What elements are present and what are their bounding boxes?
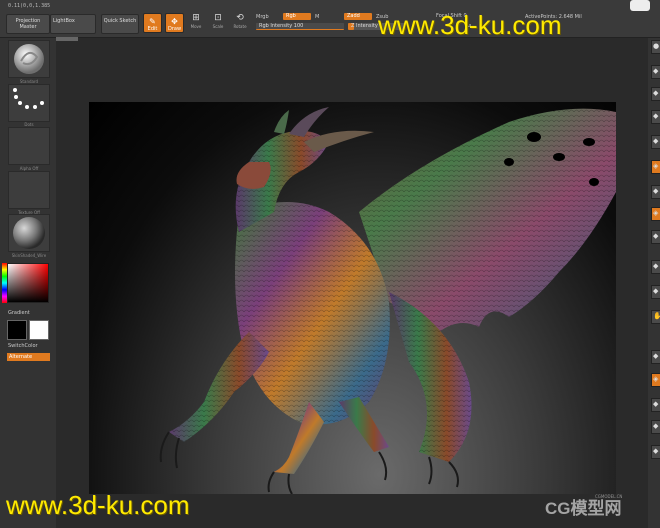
- main-color-swatch[interactable]: [7, 320, 27, 340]
- brush-icon: ◆: [653, 400, 659, 408]
- window-corner-button[interactable]: [630, 0, 650, 11]
- document-canvas[interactable]: [89, 102, 616, 494]
- zadd-toggle[interactable]: Zadd: [344, 13, 372, 20]
- brush-icon: ◆: [653, 287, 659, 295]
- right-shelf-button-4[interactable]: ◆: [651, 110, 660, 124]
- zoom-icon: ◈: [653, 162, 659, 170]
- switch-color-button[interactable]: SwitchColor: [8, 343, 38, 349]
- material-caption: SkinShade4_Wire: [11, 253, 47, 258]
- right-shelf-button-1[interactable]: ●: [651, 40, 660, 54]
- draw-label: Draw: [167, 26, 182, 32]
- right-shelf-button-10[interactable]: ◆: [651, 260, 660, 274]
- brush-icon: ◆: [653, 137, 659, 145]
- material-slot[interactable]: [8, 214, 50, 252]
- alternate-button[interactable]: Alternate: [7, 353, 50, 361]
- right-shelf-button-17[interactable]: ◆: [651, 445, 660, 459]
- right-shelf-button-12[interactable]: ✋: [651, 310, 660, 324]
- stroke-slot[interactable]: [8, 84, 50, 122]
- scale-icon: ⊡: [214, 13, 222, 23]
- canvas-tab-handle[interactable]: [56, 37, 78, 41]
- gradient-label: Gradient: [8, 310, 30, 316]
- brush-slot[interactable]: [8, 40, 50, 78]
- move-label: Move: [190, 24, 202, 29]
- right-shelf-button-11[interactable]: ◆: [651, 285, 660, 299]
- secondary-color-swatch[interactable]: [29, 320, 49, 340]
- rotate-button[interactable]: ⟲ Rotate: [230, 13, 250, 33]
- quick-sketch-button[interactable]: Quick Sketch: [101, 14, 139, 34]
- sphere-icon: ●: [653, 42, 660, 50]
- move-icon: ⊞: [192, 13, 200, 23]
- right-shelf-button-2[interactable]: ◆: [651, 65, 660, 79]
- rgb-intensity-label: Rgb Intensity 100: [259, 23, 304, 29]
- material-sphere-icon: [13, 217, 45, 249]
- brush-icon: ◆: [653, 67, 659, 75]
- right-shelf-button-3[interactable]: ◆: [651, 87, 660, 101]
- edit-button[interactable]: ✎ Edit: [143, 13, 162, 33]
- move-button[interactable]: ⊞ Move: [186, 13, 206, 33]
- edit-icon: ✎: [149, 17, 156, 26]
- m-toggle[interactable]: M: [315, 14, 319, 20]
- watermark-top: www.3d-ku.com: [378, 10, 562, 40]
- scale-label: Scale: [212, 24, 224, 29]
- hand-icon: ✋: [653, 312, 660, 320]
- cg-watermark-sub: CGMODEL.CN: [595, 494, 623, 499]
- brush-icon: ◆: [653, 422, 659, 430]
- rotate-label: Rotate: [233, 24, 247, 29]
- mrgb-toggle[interactable]: Mrgb: [256, 14, 269, 20]
- color-picker[interactable]: [7, 263, 49, 303]
- brush-icon: ◆: [653, 187, 659, 195]
- brush-icon: ◈: [653, 209, 659, 217]
- brush-icon: ◆: [653, 262, 659, 270]
- edit-label: Edit: [147, 26, 158, 32]
- brush-icon: ◈: [653, 375, 659, 383]
- right-shelf-button-13[interactable]: ◆: [651, 350, 660, 364]
- brush-icon: ◆: [653, 112, 659, 120]
- draw-icon: ✥: [171, 17, 178, 26]
- brush-icon: [14, 44, 44, 74]
- dragon-model[interactable]: [89, 102, 616, 494]
- brush-icon: ◆: [653, 447, 659, 455]
- draw-button[interactable]: ✥ Draw: [165, 13, 184, 33]
- rgb-intensity-slider[interactable]: Rgb Intensity 100: [256, 23, 344, 30]
- brush-icon: ◆: [653, 232, 659, 240]
- right-shelf-button-15[interactable]: ◆: [651, 398, 660, 412]
- projection-master-button[interactable]: Projection Master: [6, 14, 50, 34]
- dots-stroke-icon: [13, 88, 44, 109]
- texture-slot[interactable]: [8, 171, 50, 209]
- right-shelf-button-16[interactable]: ◆: [651, 420, 660, 434]
- rgb-toggle[interactable]: Rgb: [283, 13, 311, 20]
- brush-icon: ◆: [653, 89, 659, 97]
- rotate-icon: ⟲: [236, 13, 244, 23]
- scale-button[interactable]: ⊡ Scale: [208, 13, 228, 33]
- right-shelf-button-8[interactable]: ◈: [651, 207, 660, 221]
- right-shelf-button-7[interactable]: ◆: [651, 185, 660, 199]
- right-shelf-button-5[interactable]: ◆: [651, 135, 660, 149]
- z-intensity-label: Z Intensity: [351, 23, 378, 29]
- right-shelf-button-14[interactable]: ◈: [651, 373, 660, 387]
- coordinates-readout: 0.11(0,0,1.385: [8, 3, 51, 9]
- watermark-bottom: www.3d-ku.com: [6, 490, 190, 520]
- brush-icon: ◆: [653, 352, 659, 360]
- right-shelf-button-6[interactable]: ◈: [651, 160, 660, 174]
- right-shelf-button-9[interactable]: ◆: [651, 230, 660, 244]
- alpha-slot[interactable]: [8, 127, 50, 165]
- lightbox-button[interactable]: LightBox: [50, 14, 96, 34]
